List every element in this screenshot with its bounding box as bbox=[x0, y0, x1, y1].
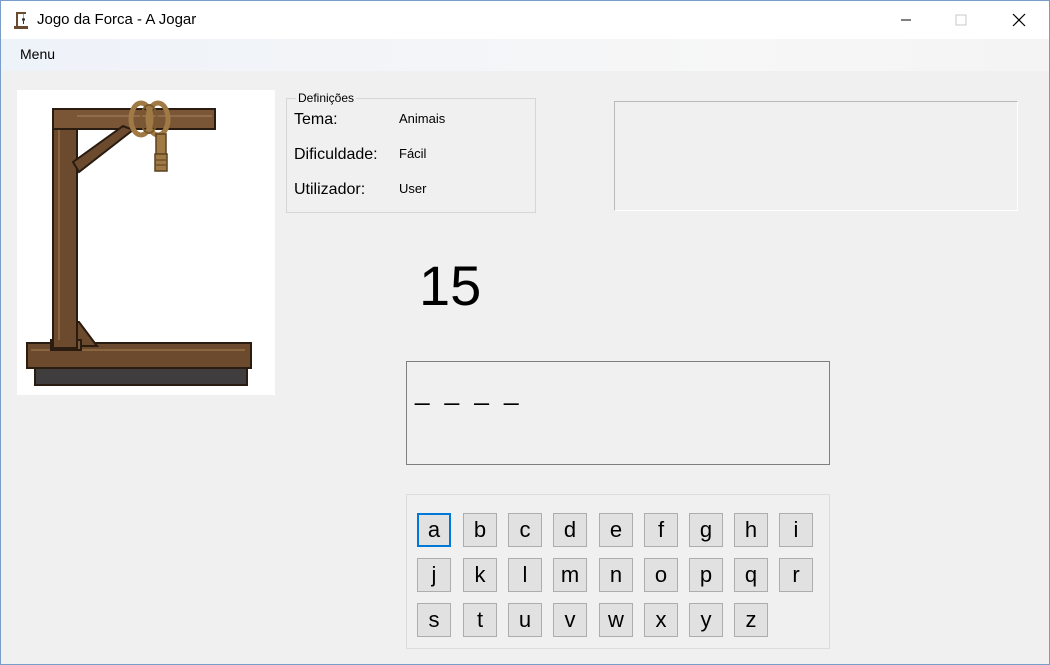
letter-button-c[interactable]: c bbox=[508, 513, 542, 547]
menu-item-menu[interactable]: Menu bbox=[20, 46, 55, 62]
letter-button-p[interactable]: p bbox=[689, 558, 723, 592]
letter-button-z[interactable]: z bbox=[734, 603, 768, 637]
main-window: Jogo da Forca - A Jogar Menu Definições … bbox=[0, 0, 1050, 665]
attempts-counter: 15 bbox=[419, 254, 482, 317]
title-bar[interactable]: Jogo da Forca - A Jogar bbox=[1, 1, 1049, 39]
gallows-app-icon bbox=[14, 12, 28, 29]
letter-button-o[interactable]: o bbox=[644, 558, 678, 592]
message-box bbox=[614, 101, 1018, 211]
letter-button-r[interactable]: r bbox=[779, 558, 813, 592]
letter-button-f[interactable]: f bbox=[644, 513, 678, 547]
letter-button-j[interactable]: j bbox=[417, 558, 451, 592]
letter-button-b[interactable]: b bbox=[463, 513, 497, 547]
theme-value: Animais bbox=[399, 111, 446, 126]
letter-button-w[interactable]: w bbox=[599, 603, 633, 637]
letter-button-s[interactable]: s bbox=[417, 603, 451, 637]
theme-label: Tema: bbox=[294, 111, 338, 128]
letter-button-t[interactable]: t bbox=[463, 603, 497, 637]
letter-button-l[interactable]: l bbox=[508, 558, 542, 592]
settings-legend: Definições bbox=[296, 91, 357, 105]
minimize-icon bbox=[901, 19, 911, 21]
user-value: User bbox=[399, 181, 427, 196]
letter-button-i[interactable]: i bbox=[779, 513, 813, 547]
user-label: Utilizador: bbox=[294, 181, 366, 198]
maximize-button[interactable] bbox=[938, 1, 984, 39]
letter-button-e[interactable]: e bbox=[599, 513, 633, 547]
hangman-drawing bbox=[17, 90, 275, 395]
close-button[interactable] bbox=[996, 1, 1042, 39]
difficulty-value: Fácil bbox=[399, 146, 427, 161]
letter-button-a[interactable]: a bbox=[417, 513, 451, 547]
word-display-box: _ _ _ _ bbox=[406, 361, 830, 465]
window-title: Jogo da Forca - A Jogar bbox=[37, 11, 197, 28]
menu-bar: Menu bbox=[1, 39, 1049, 71]
letter-button-x[interactable]: x bbox=[644, 603, 678, 637]
letter-button-h[interactable]: h bbox=[734, 513, 768, 547]
letters-panel: a b c d e f g h i j k l m n o p q r s t … bbox=[406, 494, 830, 649]
maximize-icon bbox=[955, 14, 967, 26]
letter-button-g[interactable]: g bbox=[689, 513, 723, 547]
letter-button-d[interactable]: d bbox=[553, 513, 587, 547]
letter-button-v[interactable]: v bbox=[553, 603, 587, 637]
letter-button-m[interactable]: m bbox=[553, 558, 587, 592]
letter-button-n[interactable]: n bbox=[599, 558, 633, 592]
hidden-word: _ _ _ _ bbox=[415, 376, 523, 406]
letter-button-u[interactable]: u bbox=[508, 603, 542, 637]
letter-button-y[interactable]: y bbox=[689, 603, 723, 637]
minimize-button[interactable] bbox=[883, 1, 929, 39]
letter-button-q[interactable]: q bbox=[734, 558, 768, 592]
letter-button-k[interactable]: k bbox=[463, 558, 497, 592]
difficulty-label: Dificuldade: bbox=[294, 146, 378, 163]
close-icon bbox=[1012, 13, 1026, 27]
gallows-image bbox=[26, 100, 252, 386]
